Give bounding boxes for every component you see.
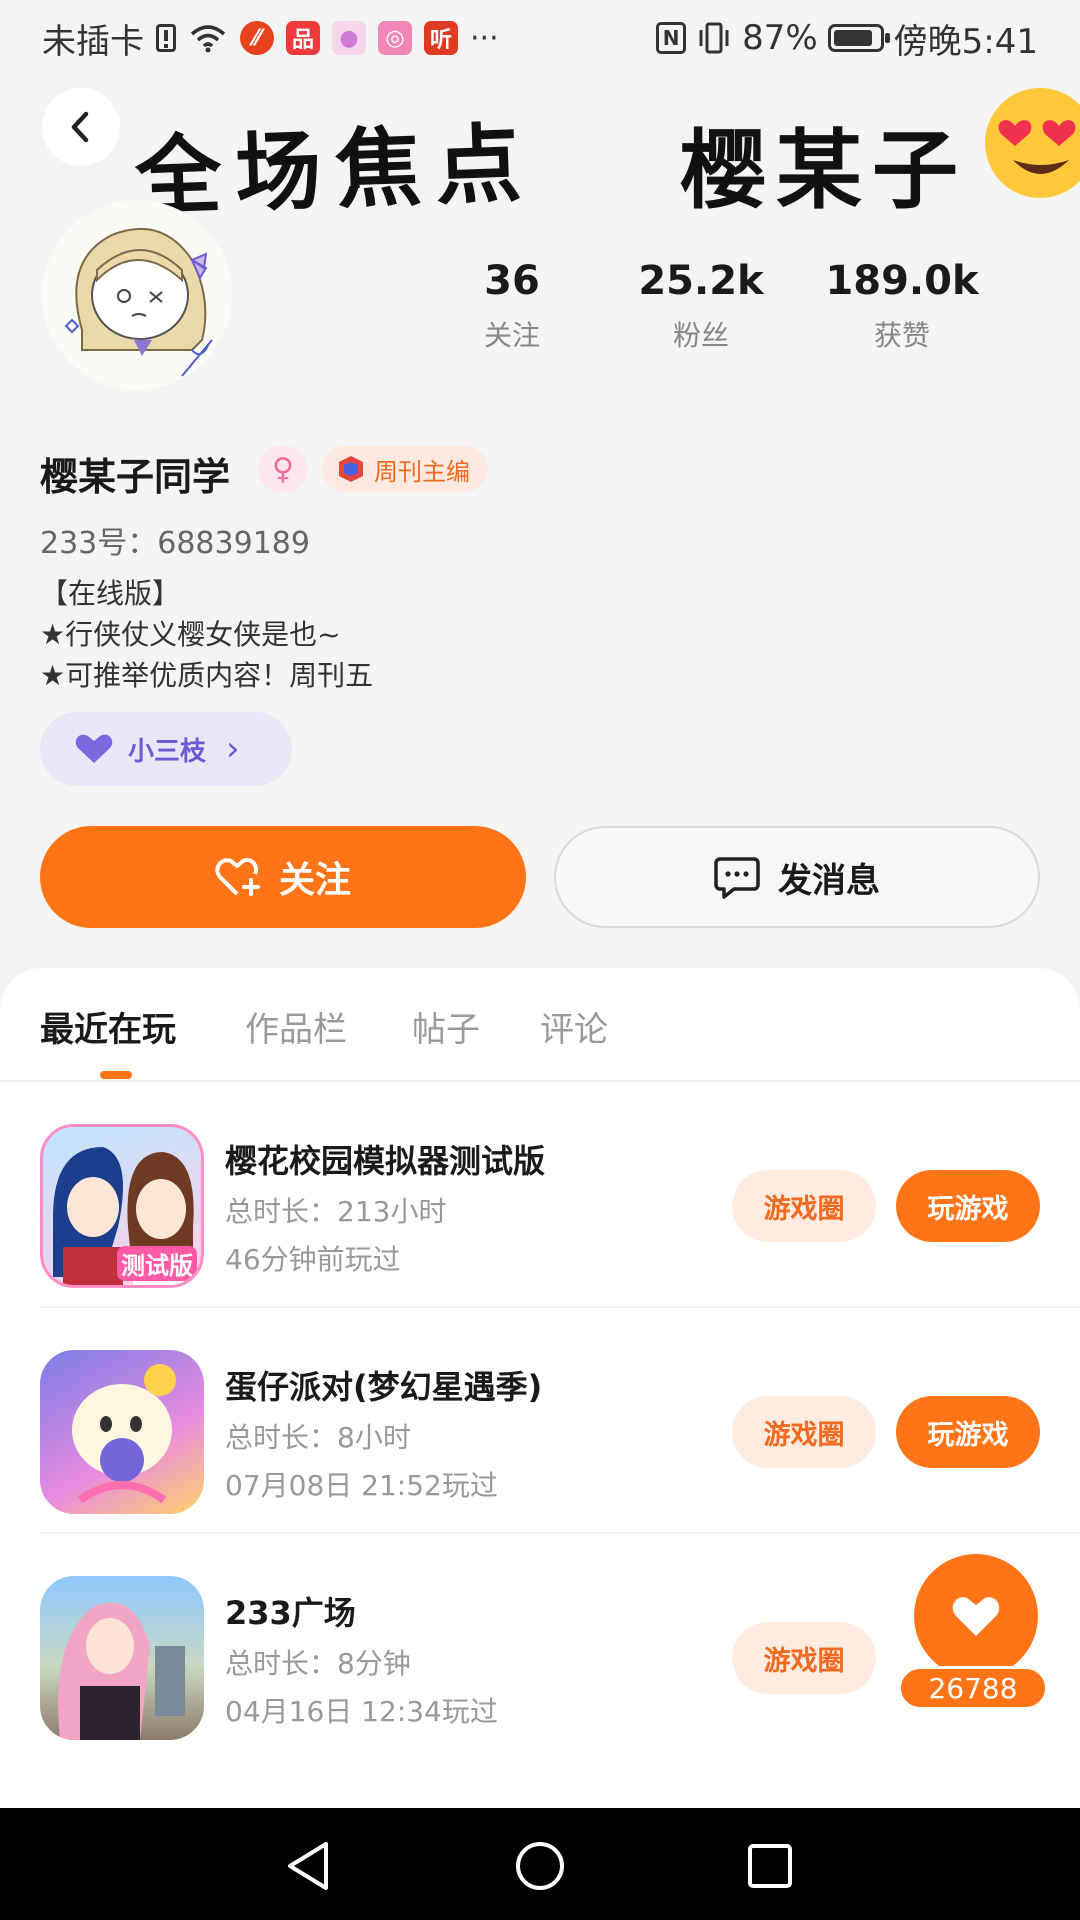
nav-back-icon[interactable] — [284, 1840, 332, 1892]
system-nav-bar — [0, 1808, 1080, 1920]
game-list-item[interactable]: 蛋仔派对(梦幻星遇季) 总时长：8小时 07月08日 21:52玩过 游戏圈 玩… — [0, 1308, 1080, 1534]
floating-like-circle — [914, 1554, 1038, 1678]
editor-badge-label: 周刊主编 — [374, 457, 470, 486]
stat-fans-value: 25.2k — [638, 258, 764, 304]
clock: 傍晚5:41 — [893, 21, 1038, 62]
fan-group-button[interactable]: 小三枝 › — [40, 712, 292, 786]
message-button[interactable]: 发消息 — [554, 826, 1040, 928]
stat-following-value: 36 — [484, 258, 540, 304]
battery-level — [833, 30, 872, 46]
tab-comments[interactable]: 评论 — [540, 1002, 608, 1051]
game-list-item[interactable]: 测试版 樱花校园模拟器测试版 总时长：213小时 46分钟前玩过 游戏圈 玩游戏 — [0, 1082, 1080, 1308]
cube-badge-icon — [339, 456, 363, 482]
game-icon-eggy-party — [40, 1350, 204, 1514]
stat-likes[interactable]: 189.0k 获赞 — [802, 258, 1002, 354]
stat-fans[interactable]: 25.2k 粉丝 — [601, 258, 801, 354]
app-notification-icon-4: ◎ — [378, 21, 412, 55]
tab-recently-played[interactable]: 最近在玩 — [40, 1002, 176, 1051]
game-duration: 总时长：8小时 — [225, 1421, 411, 1454]
tab-posts[interactable]: 帖子 — [412, 1002, 480, 1051]
wifi-icon — [190, 25, 226, 53]
bio-line: ★可推举优质内容！周刊五 — [40, 659, 374, 692]
editor-badge[interactable]: 周刊主编 — [322, 446, 488, 492]
app-notification-icon-3: ● — [332, 21, 366, 55]
stat-fans-label: 粉丝 — [672, 319, 729, 352]
like-count: 26788 — [898, 1666, 1048, 1710]
chevron-right-icon: › — [226, 729, 240, 769]
message-label: 发消息 — [778, 860, 880, 901]
game-last-played: 04月16日 12:34玩过 — [225, 1695, 498, 1728]
app-notification-icon-ting: 听 — [424, 21, 458, 55]
gender-female-icon: ♀ — [258, 446, 308, 492]
carrier-text: 未插卡 — [42, 21, 144, 62]
game-circle-button[interactable]: 游戏圈 — [732, 1170, 876, 1242]
play-game-button[interactable]: 玩游戏 — [896, 1396, 1040, 1468]
game-duration: 总时长：213小时 — [225, 1195, 447, 1228]
user-bio: 【在线版】 ★行侠仗义樱女侠是也~ ★可推举优质内容！周刊五 — [40, 573, 373, 696]
heart-icon — [75, 734, 113, 763]
game-circle-button[interactable]: 游戏圈 — [732, 1622, 876, 1694]
status-right: N 87% 傍晚5:41 — [656, 14, 1038, 62]
status-bar: 未插卡 ⁄⁄ 品 ● ◎ 听 ··· N 87% 傍晚5:41 — [0, 0, 1080, 76]
app-notification-icon-1: ⁄⁄ — [240, 21, 274, 55]
game-last-played: 46分钟前玩过 — [225, 1243, 401, 1276]
battery-percent: 87% — [742, 18, 818, 58]
user-id: 233号：68839189 — [40, 526, 310, 561]
nfc-icon: N — [656, 22, 687, 54]
bio-line: 【在线版】 — [40, 577, 181, 610]
stat-likes-label: 获赞 — [873, 319, 930, 352]
status-left: 未插卡 ⁄⁄ 品 ● ◎ 听 ··· — [42, 14, 499, 62]
nav-home-icon[interactable] — [514, 1840, 566, 1892]
follow-label: 关注 — [278, 860, 351, 901]
tab-works[interactable]: 作品栏 — [245, 1002, 347, 1051]
floating-like-button[interactable]: 26788 — [898, 1554, 1052, 1710]
battery-icon — [827, 24, 890, 52]
fan-group-label: 小三枝 — [128, 736, 207, 767]
stat-following-label: 关注 — [483, 319, 540, 352]
heart-eyes-emoji-icon — [985, 88, 1080, 198]
username: 樱某子同学 — [40, 455, 231, 499]
gender-symbol: ♀ — [272, 451, 294, 487]
game-icon-sakura-school: 测试版 — [40, 1124, 204, 1288]
stat-following[interactable]: 36 关注 — [412, 258, 612, 354]
game-icon-badge: 测试版 — [117, 1246, 197, 1281]
game-circle-button[interactable]: 游戏圈 — [732, 1396, 876, 1468]
game-last-played: 07月08日 21:52玩过 — [225, 1469, 498, 1502]
game-title: 233广场 — [225, 1594, 356, 1632]
game-icon-233-plaza — [40, 1576, 204, 1740]
more-notifications-icon: ··· — [470, 20, 499, 56]
follow-button[interactable]: 关注 — [40, 826, 526, 928]
back-button[interactable] — [42, 88, 120, 166]
heart-plus-icon — [215, 858, 260, 896]
app-notification-icon-2: 品 — [286, 21, 320, 55]
play-game-button[interactable]: 玩游戏 — [896, 1170, 1040, 1242]
user-avatar[interactable] — [42, 200, 232, 390]
banner-title: 全场焦点 — [133, 114, 537, 228]
banner-name: 樱某子 — [680, 121, 968, 221]
heart-icon — [952, 1597, 1000, 1636]
sim-alert-icon — [156, 24, 176, 52]
stat-likes-value: 189.0k — [825, 258, 979, 304]
tab-indicator — [100, 1071, 132, 1079]
game-duration: 总时长：8分钟 — [225, 1647, 411, 1680]
vibrate-icon — [699, 22, 729, 54]
chat-bubble-icon — [714, 857, 760, 899]
bio-line: ★行侠仗义樱女侠是也~ — [40, 618, 341, 651]
nav-recents-icon[interactable] — [746, 1842, 794, 1890]
chevron-left-icon — [71, 111, 89, 143]
game-title: 樱花校园模拟器测试版 — [225, 1142, 546, 1180]
game-title: 蛋仔派对(梦幻星遇季) — [225, 1368, 543, 1406]
